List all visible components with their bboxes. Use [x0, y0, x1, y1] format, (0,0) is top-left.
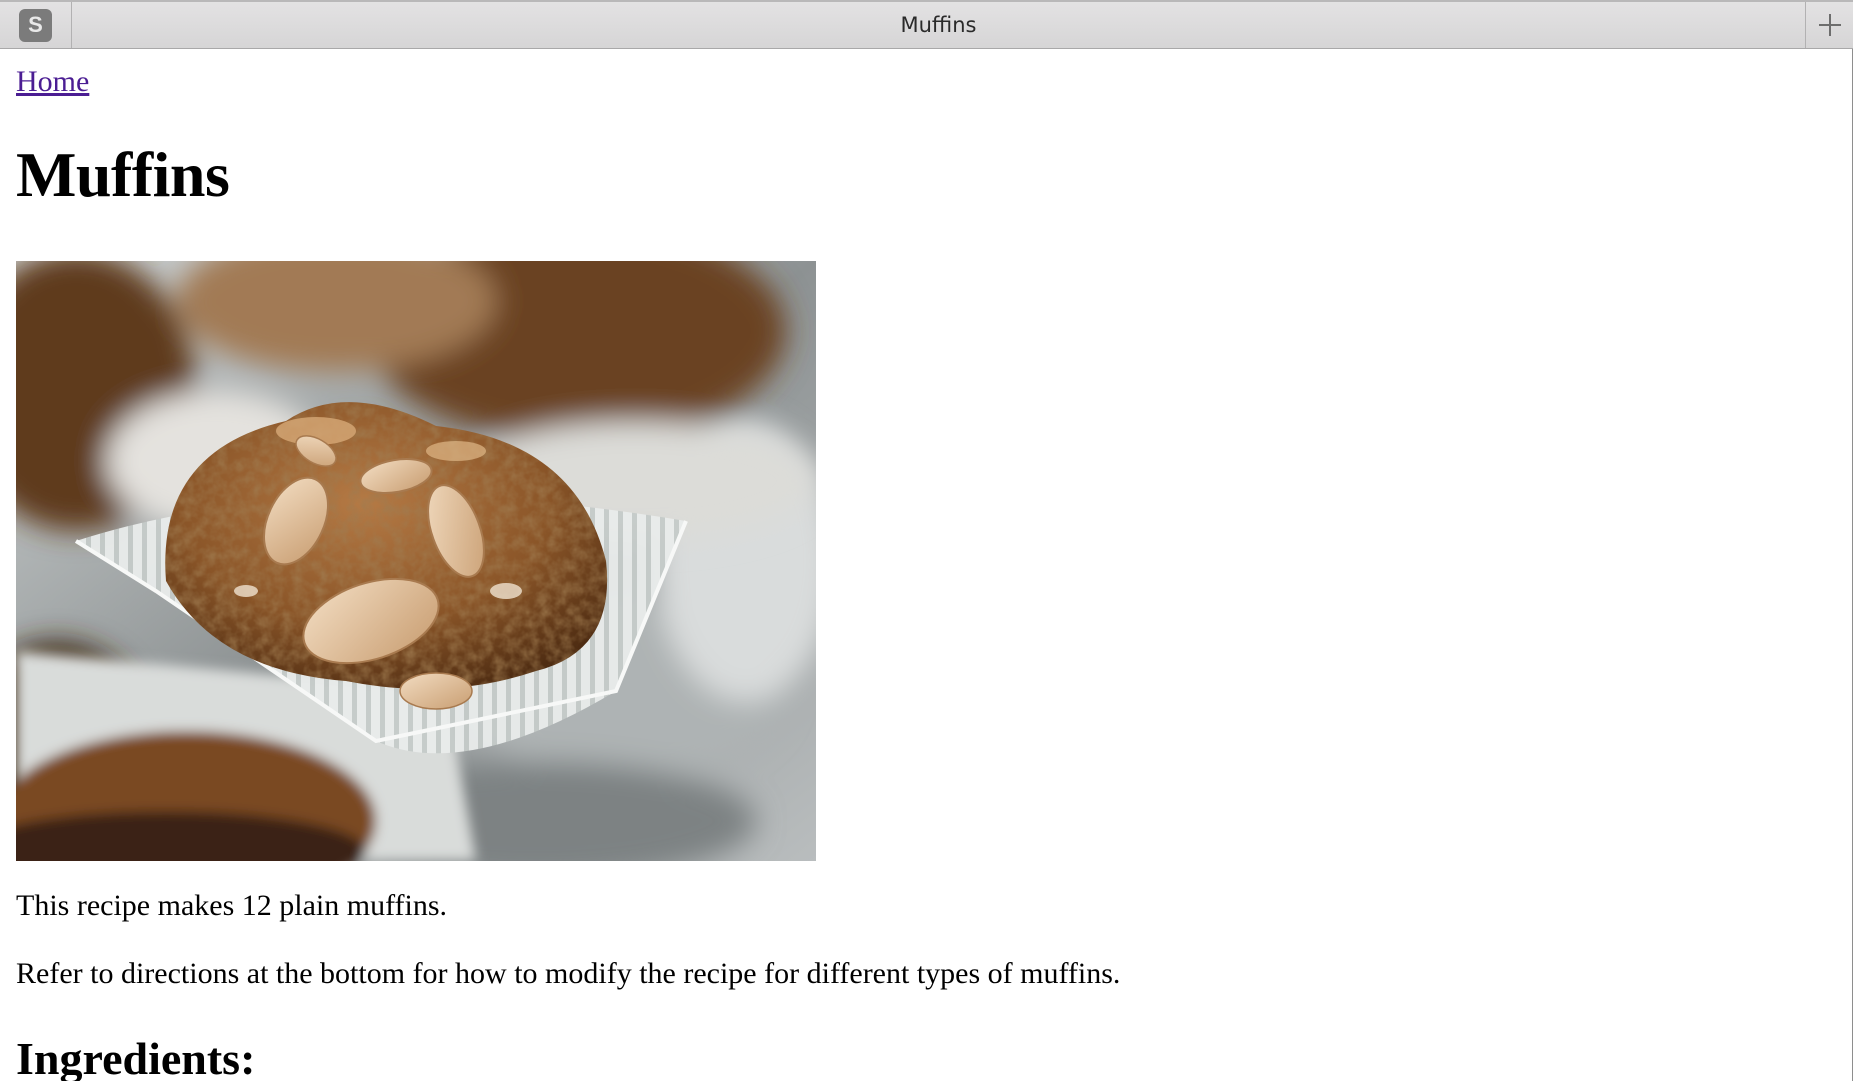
muffin-photo: [16, 261, 816, 861]
ingredients-heading: Ingredients:: [16, 1033, 256, 1081]
plus-icon: [1818, 14, 1841, 36]
pinned-tab[interactable]: S: [0, 2, 72, 48]
page-title: Muffins: [16, 139, 230, 210]
new-tab-button[interactable]: [1805, 2, 1853, 48]
page-viewport: Home Muffins This recipe makes 12 plain …: [0, 49, 1853, 1081]
browser-tab-bar: S Muffins: [0, 0, 1853, 49]
active-tab[interactable]: Muffins: [72, 2, 1805, 48]
home-link[interactable]: Home: [16, 65, 89, 99]
directions-note-paragraph: Refer to directions at the bottom for ho…: [16, 957, 1121, 990]
intro-paragraph: This recipe makes 12 plain muffins.: [16, 889, 448, 922]
active-tab-title: Muffins: [900, 13, 977, 37]
favicon-letter: S: [28, 12, 43, 37]
site-favicon-icon: S: [19, 8, 52, 42]
